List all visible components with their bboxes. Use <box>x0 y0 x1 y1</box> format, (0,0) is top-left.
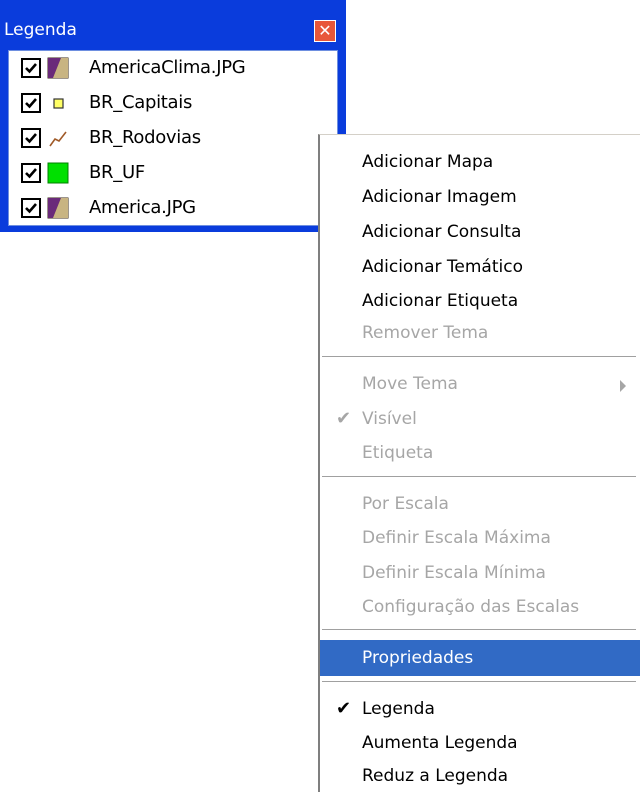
legend-title: Legenda <box>4 20 77 40</box>
menu-item-adicionar-mapa[interactable]: Adicionar Mapa <box>320 144 640 180</box>
polygon-layer-icon <box>47 162 69 184</box>
checkmark-icon: ✔ <box>336 698 352 719</box>
menu-item-definir-escala-maxima[interactable]: Definir Escala Máxima <box>320 520 640 556</box>
menu-item-label: Move Tema <box>362 374 458 394</box>
checkmark-icon <box>25 168 37 179</box>
menu-separator <box>322 681 636 683</box>
menu-item-move-tema[interactable]: Move Tema <box>320 366 640 402</box>
menu-item-reduz-legenda[interactable]: Reduz a Legenda <box>320 758 640 794</box>
layer-visibility-checkbox[interactable] <box>21 58 41 78</box>
menu-item-propriedades[interactable]: Propriedades <box>320 640 640 676</box>
legend-layer-br-uf[interactable]: BR_UF <box>9 157 337 189</box>
legend-panel: Legenda ✕ AmericaClima.JPG BR_Capitais B… <box>0 0 346 232</box>
menu-item-por-escala[interactable]: Por Escala <box>320 486 640 522</box>
menu-separator <box>322 476 636 478</box>
legend-layer-america[interactable]: America.JPG <box>9 192 337 224</box>
layer-visibility-checkbox[interactable] <box>21 93 41 113</box>
menu-separator <box>322 356 636 358</box>
layer-name: BR_UF <box>89 162 145 183</box>
menu-item-legenda[interactable]: ✔ Legenda <box>320 691 640 727</box>
legend-layer-americaclima[interactable]: AmericaClima.JPG <box>9 52 337 84</box>
checkmark-icon: ✔ <box>336 408 352 429</box>
layer-name: BR_Rodovias <box>89 127 201 148</box>
menu-item-definir-escala-minima[interactable]: Definir Escala Mínima <box>320 555 640 591</box>
checkmark-icon <box>25 133 37 144</box>
menu-item-etiqueta[interactable]: Etiqueta <box>320 435 640 471</box>
close-icon[interactable]: ✕ <box>314 20 336 42</box>
menu-item-label: Configuração das Escalas <box>362 597 580 617</box>
legend-layer-br-capitais[interactable]: BR_Capitais <box>9 87 337 119</box>
menu-item-label: Adicionar Consulta <box>362 222 522 242</box>
menu-item-configuracao-escalas[interactable]: Configuração das Escalas <box>320 589 640 625</box>
menu-item-label: Propriedades <box>362 648 474 668</box>
image-layer-icon <box>47 57 69 79</box>
submenu-arrow-icon <box>620 380 626 392</box>
menu-item-label: Adicionar Imagem <box>362 187 517 207</box>
menu-item-label: Definir Escala Mínima <box>362 563 546 583</box>
layer-visibility-checkbox[interactable] <box>21 163 41 183</box>
menu-item-label: Aumenta Legenda <box>362 733 518 753</box>
menu-item-label: Remover Tema <box>362 323 489 343</box>
layer-name: AmericaClima.JPG <box>89 57 246 78</box>
legend-layer-list: AmericaClima.JPG BR_Capitais BR_Rodovias <box>8 50 338 226</box>
line-layer-icon <box>49 131 67 147</box>
menu-item-label: Adicionar Temático <box>362 257 523 277</box>
menu-item-adicionar-consulta[interactable]: Adicionar Consulta <box>320 214 640 250</box>
menu-item-adicionar-tematico[interactable]: Adicionar Temático <box>320 249 640 285</box>
menu-separator <box>322 629 636 631</box>
menu-item-adicionar-imagem[interactable]: Adicionar Imagem <box>320 179 640 215</box>
menu-item-label: Adicionar Mapa <box>362 152 494 172</box>
checkmark-icon <box>25 203 37 214</box>
layer-name: America.JPG <box>89 197 196 218</box>
menu-item-remover-tema[interactable]: Remover Tema <box>320 315 640 351</box>
checkmark-icon <box>25 63 37 74</box>
layer-context-menu: Adicionar Mapa Adicionar Imagem Adiciona… <box>318 134 640 792</box>
checkmark-icon <box>25 98 37 109</box>
menu-item-label: Legenda <box>362 699 435 719</box>
menu-item-visivel[interactable]: ✔ Visível <box>320 401 640 437</box>
point-layer-icon <box>53 98 64 109</box>
image-layer-icon <box>47 197 69 219</box>
menu-item-label: Visível <box>362 409 417 429</box>
menu-item-label: Adicionar Etiqueta <box>362 291 519 311</box>
menu-item-label: Definir Escala Máxima <box>362 528 551 548</box>
layer-visibility-checkbox[interactable] <box>21 198 41 218</box>
menu-item-label: Por Escala <box>362 494 449 514</box>
layer-name: BR_Capitais <box>89 92 193 113</box>
menu-item-label: Etiqueta <box>362 443 434 463</box>
menu-item-label: Reduz a Legenda <box>362 766 509 786</box>
legend-layer-br-rodovias[interactable]: BR_Rodovias <box>9 122 337 154</box>
menu-item-aumenta-legenda[interactable]: Aumenta Legenda <box>320 725 640 761</box>
menu-item-adicionar-etiqueta[interactable]: Adicionar Etiqueta <box>320 283 640 319</box>
layer-visibility-checkbox[interactable] <box>21 128 41 148</box>
